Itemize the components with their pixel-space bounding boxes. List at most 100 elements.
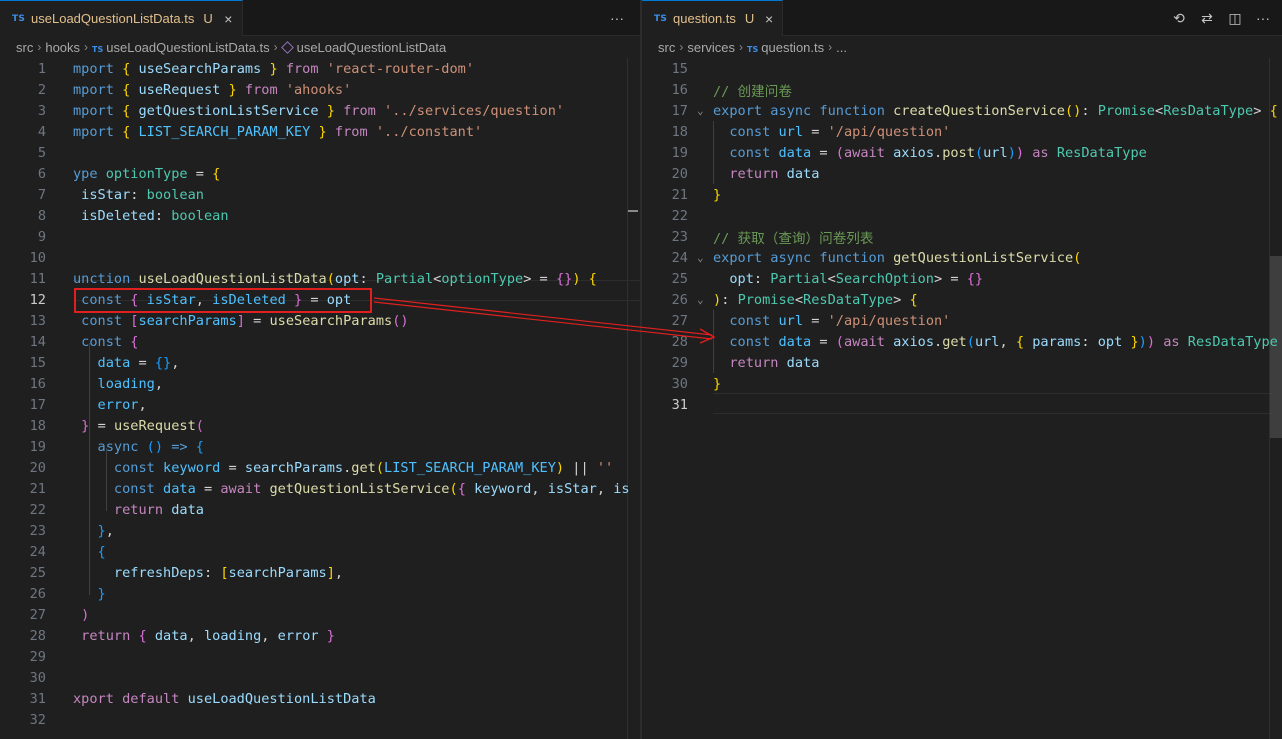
code-line[interactable]: 24 { bbox=[0, 541, 640, 562]
code-line[interactable]: 17 ⌄ export async function createQuestionS… bbox=[642, 100, 1282, 121]
compare-changes-icon[interactable]: ⇄ bbox=[1198, 10, 1216, 27]
code-line[interactable]: 29 return data bbox=[642, 352, 1282, 373]
code-line[interactable]: 1 mport { useSearchParams } from 'react-r… bbox=[0, 58, 640, 79]
code-token: = bbox=[310, 291, 327, 308]
code-line[interactable]: 12 const { isStar, isDeleted } = opt bbox=[0, 289, 640, 310]
code-token: = bbox=[203, 480, 221, 497]
tab-useloadquestionlistdata[interactable]: TS useLoadQuestionListData.ts U × bbox=[0, 0, 243, 36]
code-line[interactable]: 26 } bbox=[0, 583, 640, 604]
fold-chevron-icon[interactable]: ⌄ bbox=[697, 251, 704, 264]
code-text: ): Promise<ResDataType> { bbox=[713, 292, 918, 308]
breadcrumb-item-ellipsis[interactable]: ... bbox=[836, 40, 847, 55]
breadcrumb-item-hooks[interactable]: hooks bbox=[45, 40, 80, 55]
tab-actions: ··· bbox=[608, 0, 626, 36]
code-line[interactable]: 25 opt: Partial<SearchOption> = {} bbox=[642, 268, 1282, 289]
code-line[interactable]: 5 bbox=[0, 142, 640, 163]
fold-chevron-icon[interactable]: ⌄ bbox=[697, 293, 704, 306]
code-token: axios bbox=[893, 333, 934, 350]
code-text: isStar: boolean bbox=[73, 187, 204, 203]
line-number: 16 bbox=[29, 375, 46, 392]
code-token: , bbox=[187, 627, 204, 644]
code-line[interactable]: 11 unction useLoadQuestionListData(opt: P… bbox=[0, 268, 640, 289]
code-token: : bbox=[203, 564, 221, 581]
tab-bar: TS useLoadQuestionListData.ts U × ··· bbox=[0, 0, 640, 36]
code-token: async bbox=[73, 438, 147, 455]
code-token: const bbox=[73, 333, 131, 350]
tab-question[interactable]: TS question.ts U × bbox=[642, 0, 783, 36]
code-line[interactable]: 27 const url = '/api/question' bbox=[642, 310, 1282, 331]
code-line[interactable]: 23 }, bbox=[0, 520, 640, 541]
code-token: ype bbox=[73, 165, 106, 182]
code-line[interactable]: 4 mport { LIST_SEARCH_PARAM_KEY } from '.… bbox=[0, 121, 640, 142]
code-token: ) bbox=[73, 606, 90, 623]
code-line[interactable]: 8 isDeleted: boolean bbox=[0, 205, 640, 226]
code-line[interactable]: 2 mport { useRequest } from 'ahooks' bbox=[0, 79, 640, 100]
fold-chevron-icon[interactable]: ⌄ bbox=[697, 104, 704, 117]
code-line[interactable]: 25 refreshDeps: [searchParams], bbox=[0, 562, 640, 583]
code-line[interactable]: 14 const { bbox=[0, 331, 640, 352]
code-token: is bbox=[613, 480, 630, 497]
code-line[interactable]: 16 // 创建问卷 bbox=[642, 79, 1282, 100]
code-token: > = bbox=[523, 270, 556, 287]
code-token: || bbox=[572, 459, 597, 476]
breadcrumb-item-src[interactable]: src bbox=[16, 40, 33, 55]
more-actions-icon[interactable]: ··· bbox=[1254, 10, 1272, 26]
code-line[interactable]: 29 bbox=[0, 646, 640, 667]
line-number: 29 bbox=[671, 354, 688, 371]
code-text: // 创建问卷 bbox=[713, 80, 792, 100]
code-line[interactable]: 23 // 获取（查询）问卷列表 bbox=[642, 226, 1282, 247]
code-line[interactable]: 28 return { data, loading, error } bbox=[0, 625, 640, 646]
code-token: { bbox=[909, 291, 918, 308]
code-token: searchParams bbox=[244, 459, 344, 476]
code-line[interactable]: 15 bbox=[642, 58, 1282, 79]
code-line[interactable]: 32 bbox=[0, 709, 640, 730]
chevron-right-icon: › bbox=[273, 40, 278, 54]
split-editor-icon[interactable]: ◫ bbox=[1226, 10, 1244, 27]
more-actions-icon[interactable]: ··· bbox=[608, 10, 626, 26]
line-number: 6 bbox=[37, 165, 46, 182]
code-line[interactable]: 20 return data bbox=[642, 163, 1282, 184]
code-line[interactable]: 13 const [searchParams] = useSearchParam… bbox=[0, 310, 640, 331]
code-line[interactable]: 7 isStar: boolean bbox=[0, 184, 640, 205]
breadcrumb-item-src[interactable]: src bbox=[658, 40, 675, 55]
code-line[interactable]: 17 error, bbox=[0, 394, 640, 415]
code-token: keyword bbox=[163, 459, 229, 476]
code-line[interactable]: 22 bbox=[642, 205, 1282, 226]
history-icon[interactable]: ⟲ bbox=[1170, 10, 1188, 27]
code-editor[interactable]: 1 mport { useSearchParams } from 'react-r… bbox=[0, 58, 640, 739]
code-line[interactable]: 21 const data = await getQuestionListSer… bbox=[0, 478, 640, 499]
line-number: 25 bbox=[671, 270, 688, 287]
close-icon[interactable]: × bbox=[764, 11, 774, 27]
close-icon[interactable]: × bbox=[223, 11, 234, 27]
code-line[interactable]: 19 async () => { bbox=[0, 436, 640, 457]
code-line[interactable]: 18 } = useRequest( bbox=[0, 415, 640, 436]
code-editor[interactable]: 15 16 // 创建问卷 17 ⌄ export async function crea… bbox=[642, 58, 1282, 739]
code-line[interactable]: 30} bbox=[642, 373, 1282, 394]
breadcrumb-item-file[interactable]: TS useLoadQuestionListData.ts bbox=[92, 40, 270, 55]
code-line[interactable]: 15 data = {}, bbox=[0, 352, 640, 373]
code-line[interactable]: 28 const data = (await axios.get(url, { … bbox=[642, 331, 1282, 352]
code-line[interactable]: 21} bbox=[642, 184, 1282, 205]
code-line[interactable]: 31 xport default useLoadQuestionListData bbox=[0, 688, 640, 709]
code-line[interactable]: 22 return data bbox=[0, 499, 640, 520]
code-line[interactable]: 19 const data = (await axios.post(url)) … bbox=[642, 142, 1282, 163]
code-line[interactable]: 27 ) bbox=[0, 604, 640, 625]
code-token: getQuestionListService bbox=[138, 102, 327, 119]
code-text: mport { LIST_SEARCH_PARAM_KEY } from '..… bbox=[73, 124, 482, 140]
code-line[interactable]: 16 loading, bbox=[0, 373, 640, 394]
typescript-icon: TS bbox=[654, 13, 668, 24]
code-line[interactable]: 10 bbox=[0, 247, 640, 268]
code-line[interactable]: 9 bbox=[0, 226, 640, 247]
code-line[interactable]: 31 bbox=[642, 394, 1282, 415]
code-line[interactable]: 30 bbox=[0, 667, 640, 688]
breadcrumb-item-services[interactable]: services bbox=[687, 40, 735, 55]
code-line[interactable]: 18 const url = '/api/question' bbox=[642, 121, 1282, 142]
breadcrumb-item-file[interactable]: TS question.ts bbox=[747, 40, 824, 55]
code-line[interactable]: 6 ype optionType = { bbox=[0, 163, 640, 184]
code-line[interactable]: 20 const keyword = searchParams.get(LIST… bbox=[0, 457, 640, 478]
code-line[interactable]: 24 ⌄ export async function getQuestionList… bbox=[642, 247, 1282, 268]
code-line[interactable]: 3 mport { getQuestionListService } from '… bbox=[0, 100, 640, 121]
breadcrumb-item-symbol[interactable]: useLoadQuestionListData bbox=[280, 40, 446, 55]
code-line[interactable]: 26 ⌄): Promise<ResDataType> { bbox=[642, 289, 1282, 310]
line-number: 27 bbox=[29, 606, 46, 623]
